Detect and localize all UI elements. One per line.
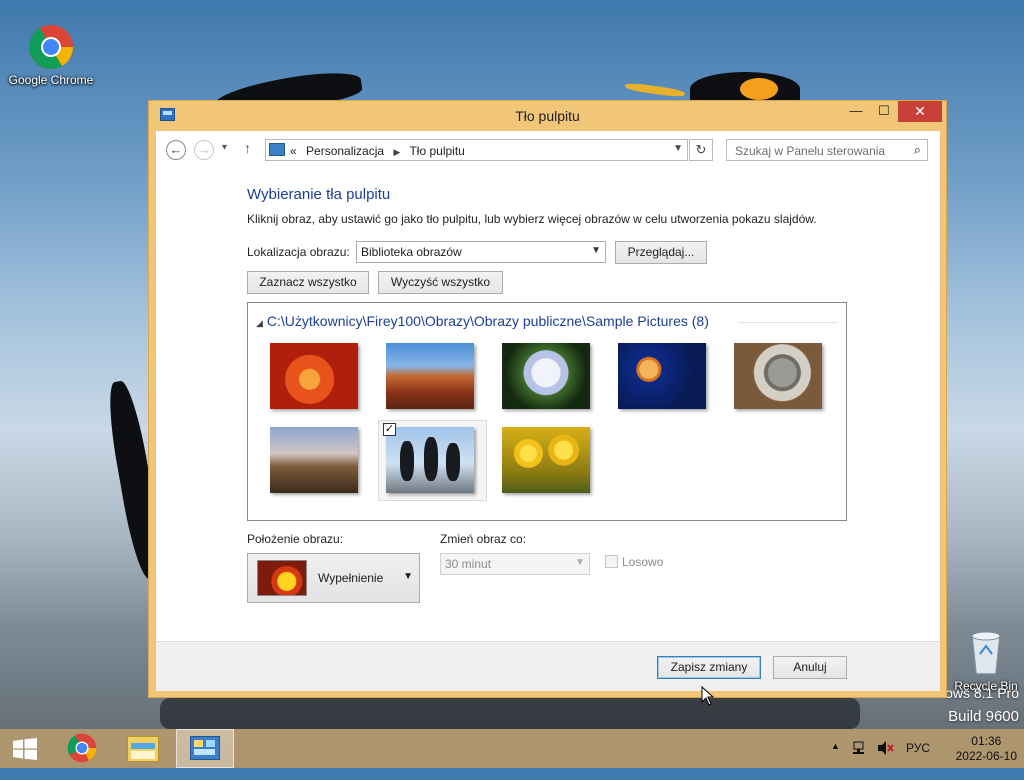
selected-checkbox[interactable]: ✓ xyxy=(383,423,396,436)
picture-thumbnail[interactable] xyxy=(270,427,358,493)
picture-position-value: Wypełnienie xyxy=(318,571,384,585)
picture-thumbnail[interactable] xyxy=(618,343,706,409)
recycle-bin-icon xyxy=(968,630,1004,676)
cancel-button[interactable]: Anuluj xyxy=(773,656,847,679)
breadcrumb-separator-icon: ▶ xyxy=(393,147,401,157)
group-divider xyxy=(738,322,838,323)
maximize-button[interactable]: ☐ xyxy=(870,101,898,122)
control-panel-icon xyxy=(190,736,220,760)
close-button[interactable]: ✕ xyxy=(898,101,942,122)
picture-position-label: Położenie obrazu: xyxy=(247,532,344,546)
checkbox-box xyxy=(605,555,618,568)
change-interval-select[interactable]: 30 minut ▼ xyxy=(440,553,590,575)
recent-locations-button[interactable]: ▾ xyxy=(222,142,227,153)
chevron-down-icon: ▼ xyxy=(575,557,585,568)
shuffle-label: Losowo xyxy=(622,555,664,569)
chrome-desktop-label: Google Chrome xyxy=(8,73,94,87)
picture-thumbnail[interactable] xyxy=(502,427,590,493)
desktop-background-window: Tło pulpitu — ☐ ✕ ← → ▾ ↑ « Personalizac… xyxy=(148,100,947,698)
taskbar: ▲ РУС 01:36 2022-06-10 xyxy=(0,729,1024,768)
picture-position-select[interactable]: Wypełnienie ▼ xyxy=(247,553,420,603)
save-changes-button[interactable]: Zapisz zmiany xyxy=(657,656,761,679)
page-title: Wybieranie tła pulpitu xyxy=(247,186,391,203)
page-description: Kliknij obraz, aby ustawić go jako tło p… xyxy=(247,212,817,226)
clear-all-button[interactable]: Wyczyść wszystko xyxy=(378,271,503,294)
picture-gallery: ◢ C:\Użytkownicy\Firey100\Obrazy\Obrazy p… xyxy=(247,302,847,521)
taskbar-control-panel-button[interactable] xyxy=(176,729,234,768)
picture-group-title: C:\Użytkownicy\Firey100\Obrazy\Obrazy pu… xyxy=(266,313,709,329)
chevron-down-icon: ▼ xyxy=(591,245,601,256)
picture-group-header[interactable]: ◢ C:\Użytkownicy\Firey100\Obrazy\Obrazy p… xyxy=(256,313,709,329)
change-interval-label: Zmień obraz co: xyxy=(440,532,527,546)
start-button[interactable] xyxy=(0,729,50,768)
watermark-line2: Build 9600 xyxy=(948,708,1019,725)
search-placeholder: Szukaj w Panelu sterowania xyxy=(735,144,886,158)
search-input[interactable]: Szukaj w Panelu sterowania ⌕ xyxy=(726,139,928,161)
recycle-bin-desktop-icon[interactable]: Recycle Bin xyxy=(940,630,1024,693)
search-icon[interactable]: ⌕ xyxy=(914,142,921,158)
windows-logo-icon xyxy=(13,738,37,760)
breadcrumb: « Personalizacja ▶ Tło pulpitu xyxy=(290,144,471,158)
address-bar[interactable]: « Personalizacja ▶ Tło pulpitu ▼ xyxy=(265,139,688,161)
forward-button[interactable]: → xyxy=(194,140,214,160)
navigation-bar: ← → ▾ ↑ « Personalizacja ▶ Tło pulpitu ▼… xyxy=(156,131,940,169)
taskbar-file-explorer-button[interactable] xyxy=(115,729,173,768)
browse-button[interactable]: Przeglądaj... xyxy=(615,241,707,264)
clock[interactable]: 01:36 2022-06-10 xyxy=(956,734,1017,764)
language-indicator[interactable]: РУС xyxy=(906,741,930,780)
taskbar-chrome-button[interactable] xyxy=(54,729,112,768)
picture-location-select[interactable]: Biblioteka obrazów ▼ xyxy=(356,241,606,263)
picture-thumbnail-selected[interactable] xyxy=(386,427,474,493)
window-client-area: ← → ▾ ↑ « Personalizacja ▶ Tło pulpitu ▼… xyxy=(156,131,940,691)
picture-thumbnail[interactable] xyxy=(734,343,822,409)
change-interval-value: 30 minut xyxy=(445,557,492,571)
position-preview-image xyxy=(257,560,307,596)
collapse-triangle-icon: ◢ xyxy=(256,318,263,328)
refresh-button[interactable]: ↻ xyxy=(689,139,713,161)
chrome-icon xyxy=(67,733,97,763)
file-explorer-icon xyxy=(127,736,159,762)
control-panel-icon xyxy=(269,143,285,156)
picture-thumbnail[interactable] xyxy=(270,343,358,409)
chevron-down-icon: ▼ xyxy=(403,571,413,582)
up-button[interactable]: ↑ xyxy=(244,140,251,156)
picture-location-value: Biblioteka obrazów xyxy=(361,245,462,259)
window-title: Tło pulpitu xyxy=(515,108,580,124)
mouse-cursor-icon xyxy=(701,685,715,706)
picture-location-label: Lokalizacja obrazu: xyxy=(247,245,350,259)
minimize-button[interactable]: — xyxy=(842,101,870,122)
back-button[interactable]: ← xyxy=(166,140,186,160)
clock-time: 01:36 xyxy=(971,734,1002,748)
volume-muted-icon[interactable] xyxy=(877,740,895,756)
show-hidden-icons-button[interactable]: ▲ xyxy=(831,741,840,780)
shuffle-checkbox[interactable]: Losowo xyxy=(605,555,663,569)
picture-thumbnail[interactable] xyxy=(386,343,474,409)
select-all-button[interactable]: Zaznacz wszystko xyxy=(247,271,369,294)
breadcrumb-personalization[interactable]: Personalizacja xyxy=(306,144,384,158)
network-icon[interactable] xyxy=(852,740,868,756)
breadcrumb-desktop-background[interactable]: Tło pulpitu xyxy=(409,144,464,158)
dialog-footer: Zapisz zmiany Anuluj xyxy=(156,641,940,691)
address-dropdown-icon[interactable]: ▼ xyxy=(673,143,683,154)
clock-date: 2022-06-10 xyxy=(955,749,1017,763)
chrome-desktop-icon[interactable]: Google Chrome xyxy=(3,24,99,87)
picture-thumbnail[interactable] xyxy=(502,343,590,409)
main-content: Wybieranie tła pulpitu Kliknij obraz, ab… xyxy=(156,169,940,641)
watermark-line1: ows 8.1 Pro xyxy=(945,685,1019,701)
title-bar[interactable]: Tło pulpitu — ☐ ✕ xyxy=(149,101,946,131)
breadcrumb-overflow[interactable]: « xyxy=(290,144,297,158)
chrome-icon xyxy=(28,24,74,70)
